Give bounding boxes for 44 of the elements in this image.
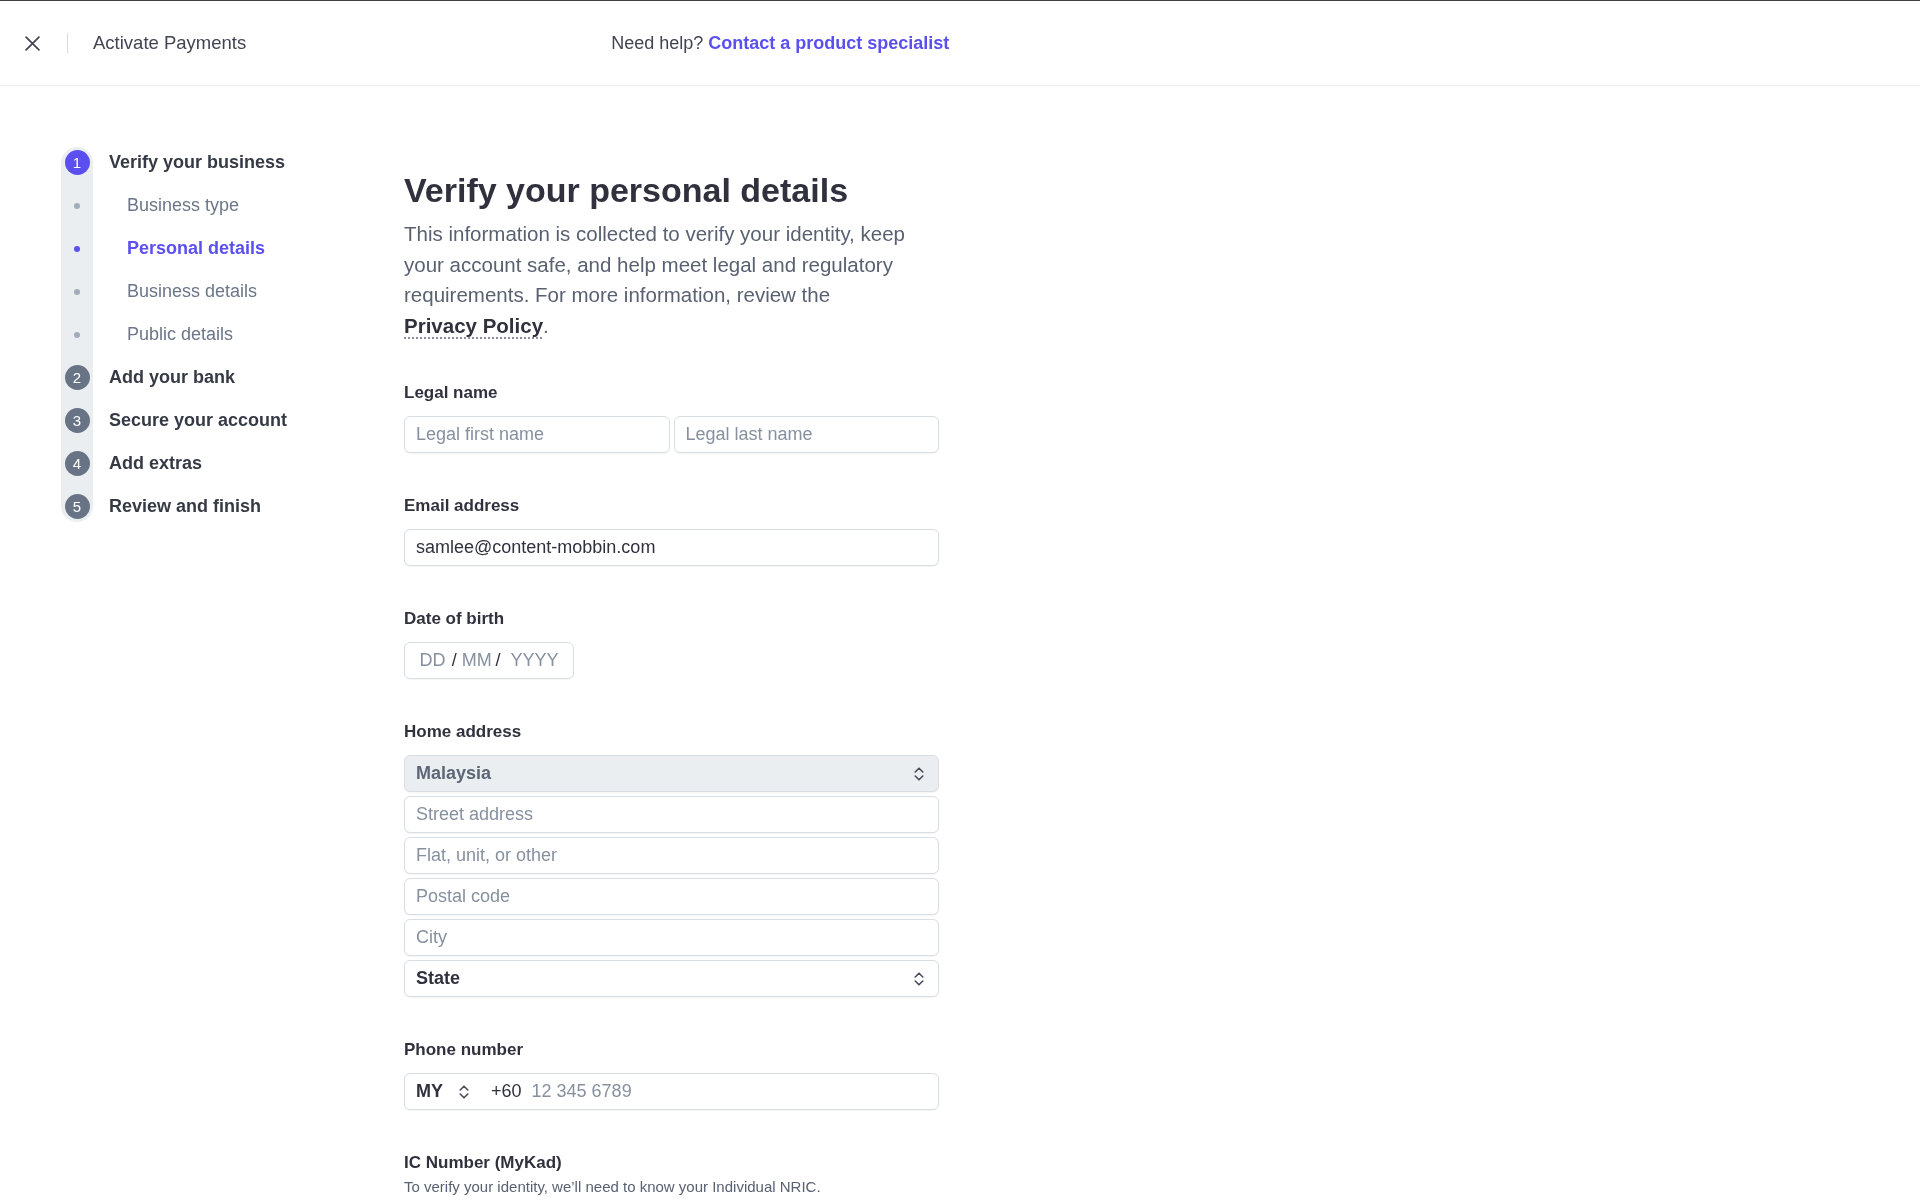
- substep-link[interactable]: Business type: [127, 192, 240, 219]
- text-input[interactable]: Postal code: [404, 878, 939, 916]
- substep-link[interactable]: Personal details: [127, 235, 266, 262]
- text-input[interactable]: Legal first name: [404, 416, 670, 454]
- step-link[interactable]: Review and finish: [109, 493, 262, 520]
- text-input[interactable]: Street address: [404, 796, 939, 834]
- chevron-updown-icon: [914, 766, 924, 781]
- field-label: Email address: [404, 495, 521, 518]
- country-select[interactable]: MY: [416, 1078, 469, 1106]
- privacy-policy-link[interactable]: Privacy Policy: [404, 313, 544, 337]
- step-link[interactable]: Secure your account: [109, 407, 288, 434]
- text-input[interactable]: samlee@content-mobbin.com: [404, 529, 939, 567]
- date-part-input[interactable]: MM: [461, 647, 491, 675]
- date-field[interactable]: DD / MM / YYYY: [404, 642, 575, 680]
- date-separator: /: [451, 649, 457, 673]
- page-title: Activate Payments: [93, 31, 247, 56]
- close-icon[interactable]: [25, 35, 40, 51]
- help-text: Need help?: [611, 32, 704, 53]
- date-part-input[interactable]: YYYY: [505, 647, 564, 675]
- intro-text: This information is collected to verify your identity, keep your account safe, and help meet legal and regulatory requirements. For more information, review the Privacy Policy.: [404, 221, 906, 339]
- field-label: Date of birth: [404, 608, 506, 631]
- field-label: Legal name: [404, 382, 499, 405]
- page-heading: Verify your personal details: [404, 170, 850, 211]
- text-input[interactable]: Flat, unit, or other: [404, 837, 939, 875]
- field-label: IC Number (MyKad): [404, 1152, 563, 1175]
- phone-field[interactable]: MY +60 12 345 6789: [404, 1073, 939, 1111]
- substep-link[interactable]: Business details: [127, 278, 258, 305]
- phone-input[interactable]: 12 345 6789: [531, 1078, 938, 1106]
- date-part-input[interactable]: DD: [418, 647, 447, 675]
- step-link[interactable]: Add extras: [109, 450, 203, 477]
- contact-link[interactable]: Contact a product specialist: [708, 32, 950, 53]
- chevron-updown-icon: [459, 1084, 469, 1099]
- date-separator: /: [495, 649, 501, 673]
- text-input[interactable]: City: [404, 919, 939, 957]
- field-label: Phone number: [404, 1039, 524, 1062]
- field-label: Home address: [404, 721, 523, 744]
- field-hint: To verify your identity, we’ll need to know your Individual NRIC.: [404, 1177, 822, 1198]
- chevron-updown-icon: [914, 971, 924, 986]
- step-link[interactable]: Add your bank: [109, 364, 235, 391]
- text-input[interactable]: Legal last name: [673, 416, 939, 454]
- substep-link[interactable]: Public details: [127, 321, 234, 348]
- step-link[interactable]: Verify your business: [109, 149, 286, 176]
- select-field[interactable]: State: [404, 960, 939, 998]
- dial-code: +60: [491, 1080, 522, 1104]
